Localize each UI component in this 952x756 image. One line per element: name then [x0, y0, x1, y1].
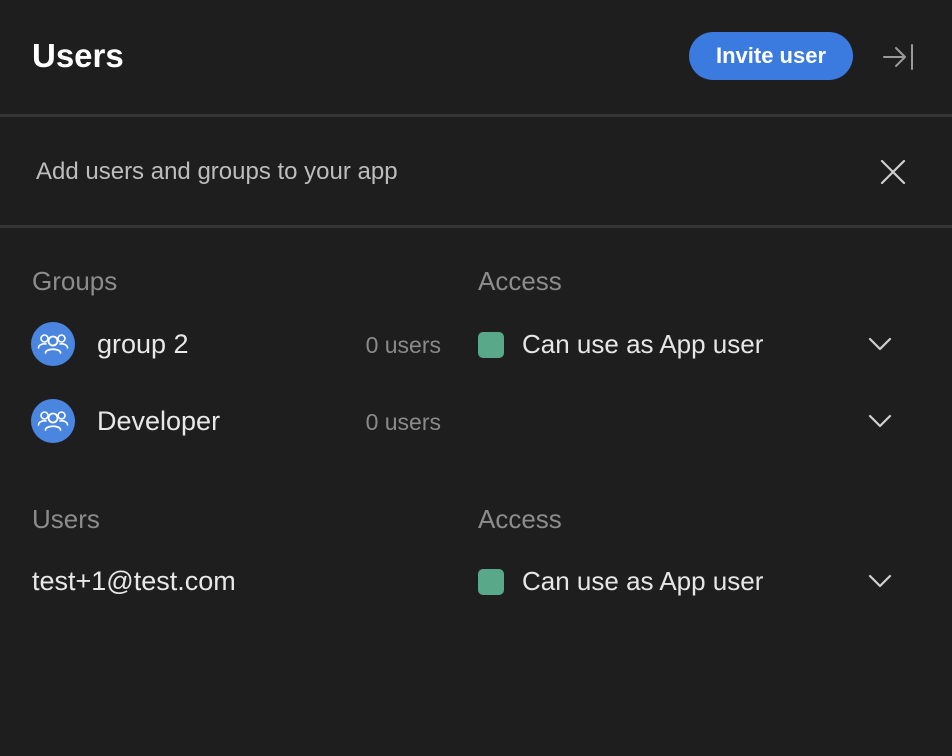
info-banner: Add users and groups to your app [0, 117, 952, 225]
group-name: group 2 [97, 329, 189, 359]
chevron-down-icon [868, 574, 892, 588]
chevron-down-icon [868, 337, 892, 351]
group-icon [37, 334, 69, 354]
groups-heading: Groups [32, 266, 118, 296]
page-title: Users [32, 37, 124, 74]
users-panel: Users Invite user Add users and groups t… [0, 0, 952, 756]
group-row: Developer 0 users [0, 393, 952, 449]
users-access-heading: Access [478, 504, 562, 534]
close-icon [880, 159, 906, 185]
group-avatar [31, 399, 75, 443]
group-user-count: 0 users [365, 409, 441, 435]
group-icon [37, 411, 69, 431]
group-row: group 2 0 users Can use as App user [0, 316, 952, 372]
collapse-right-icon [883, 44, 913, 70]
collapse-panel-button[interactable] [880, 40, 916, 74]
invite-user-button[interactable]: Invite user [689, 32, 853, 80]
access-dropdown[interactable] [866, 569, 894, 593]
banner-text: Add users and groups to your app [36, 158, 398, 185]
access-label: Can use as App user [522, 329, 764, 359]
group-name: Developer [97, 406, 221, 436]
panel-header: Users Invite user [0, 0, 952, 114]
users-heading: Users [32, 504, 100, 534]
banner-divider [0, 225, 952, 228]
banner-close-button[interactable] [878, 157, 908, 187]
access-label: Can use as App user [522, 566, 764, 596]
groups-access-heading: Access [478, 266, 562, 296]
access-dropdown[interactable] [866, 332, 894, 356]
access-dropdown[interactable] [866, 409, 894, 433]
access-indicator [478, 569, 504, 595]
user-row: test+1@test.com Can use as App user [0, 553, 952, 609]
group-user-count: 0 users [365, 332, 441, 358]
group-avatar [31, 322, 75, 366]
user-email: test+1@test.com [32, 566, 236, 596]
access-indicator [478, 332, 504, 358]
chevron-down-icon [868, 414, 892, 428]
